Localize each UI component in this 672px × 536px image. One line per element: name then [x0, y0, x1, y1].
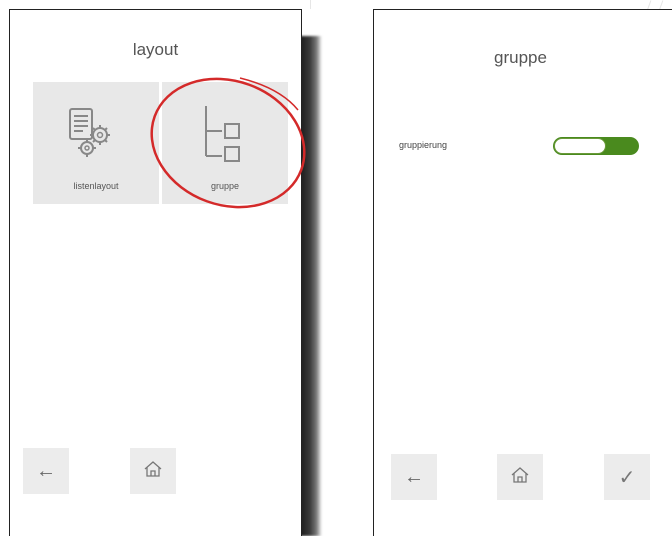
gruppierung-toggle[interactable] [553, 137, 639, 155]
back-button[interactable]: ← [391, 454, 437, 500]
confirm-button[interactable]: ✓ [604, 454, 650, 500]
home-button[interactable] [497, 454, 543, 500]
arrow-left-icon: ← [404, 465, 424, 488]
document-gears-icon [67, 106, 117, 163]
screen-title: layout [132, 40, 179, 59]
background-line [310, 0, 311, 9]
home-button[interactable] [130, 448, 176, 494]
home-icon [510, 465, 530, 490]
home-icon [143, 459, 163, 484]
arrow-left-icon: ← [36, 459, 56, 482]
screen-title: gruppe [494, 48, 547, 67]
toggle-knob [554, 138, 606, 154]
annotation-circle [150, 77, 306, 209]
gruppierung-label: gruppierung [399, 140, 448, 150]
back-button[interactable]: ← [23, 448, 69, 494]
right-screen-panel: gruppe gruppierung ← ✓ [373, 9, 672, 536]
checkmark-icon: ✓ [618, 466, 636, 489]
